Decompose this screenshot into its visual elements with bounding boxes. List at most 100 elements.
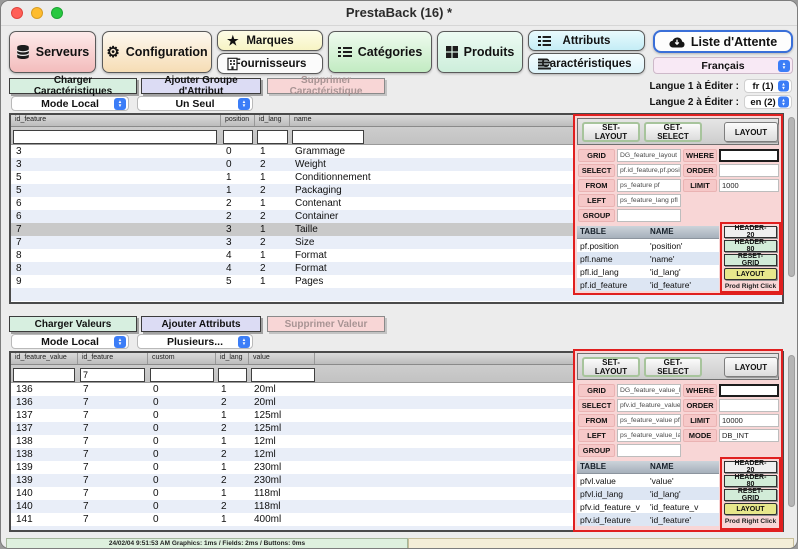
layout-side-button[interactable]: LAYOUT <box>724 268 777 280</box>
order-field-value[interactable] <box>719 164 779 177</box>
header-20-button[interactable]: HEADER-20 <box>724 226 777 238</box>
nav-configuration-button[interactable]: ⚙ Configuration <box>102 31 212 73</box>
scrollbar-thumb[interactable] <box>788 117 795 277</box>
ajouter-groupe-attribut-button[interactable]: Ajouter Groupe d'Attribut <box>141 78 261 94</box>
filter-input[interactable] <box>13 368 75 382</box>
column-header[interactable]: id_lang <box>255 115 290 126</box>
nav-caracteristiques-button[interactable]: Caractéristiques <box>528 53 645 74</box>
filter-input[interactable] <box>150 368 214 382</box>
prod-right-click-note: Prod Right Click <box>724 518 777 525</box>
map-col-name: NAME <box>647 226 719 238</box>
filter-input[interactable] <box>13 130 217 144</box>
get-select-button[interactable]: GET-SELECT <box>644 357 702 377</box>
grid-field-label: GRID <box>578 149 615 162</box>
stepper-icon: ▲▼ <box>114 336 126 348</box>
feature-mode-value: Mode Local <box>41 98 99 110</box>
nav-produits-button[interactable]: Produits <box>437 31 523 73</box>
ajouter-attributs-button[interactable]: Ajouter Attributs <box>141 316 261 332</box>
supprimer-valeur-button[interactable]: Supprimer Valeur <box>267 316 385 332</box>
feature-side-buttons: HEADER-20 HEADER-80 RESET-GRID LAYOUT Pr… <box>720 222 781 293</box>
stepper-icon: ▲▼ <box>778 60 790 72</box>
nav-serveurs-button[interactable]: Serveurs <box>9 31 96 73</box>
nav-fournisseurs-button[interactable]: Fournisseurs <box>217 53 323 74</box>
layout-side-button[interactable]: LAYOUT <box>724 503 777 515</box>
layout-button[interactable]: LAYOUT <box>724 122 778 142</box>
select-field-value[interactable]: pf.id_feature,pf.positio <box>617 164 681 177</box>
from-field-value[interactable]: ps_feature_value pfv <box>617 414 681 427</box>
column-header[interactable]: id_feature <box>11 115 221 126</box>
header-80-button[interactable]: HEADER-80 <box>724 475 777 487</box>
column-header[interactable]: position <box>221 115 255 126</box>
nav-marques-button[interactable]: ★ Marques <box>217 30 323 51</box>
filter-input[interactable] <box>292 130 364 144</box>
left-field-value[interactable]: ps_feature_value_lang <box>617 429 681 442</box>
value-count-value: Plusieurs... <box>167 336 223 348</box>
value-count-select[interactable]: Plusieurs... ▲▼ <box>137 334 253 349</box>
group-field-value[interactable] <box>617 444 681 457</box>
layout-button[interactable]: LAYOUT <box>724 357 778 377</box>
filter-input[interactable] <box>223 130 253 144</box>
header-20-button[interactable]: HEADER-20 <box>724 461 777 473</box>
interface-language-select[interactable]: Français ▲▼ <box>653 57 793 74</box>
stepper-icon: ▲▼ <box>238 336 250 348</box>
feature-table-scrollbar[interactable] <box>787 114 796 303</box>
value-side-buttons: HEADER-20 HEADER-80 RESET-GRID LAYOUT Pr… <box>720 457 781 530</box>
column-header[interactable]: id_feature <box>78 353 148 364</box>
filter-input[interactable] <box>257 130 288 144</box>
limit-field-value[interactable]: 10000 <box>719 414 779 427</box>
supprimer-caracteristique-button[interactable]: Supprimer Caractéristique <box>267 78 385 94</box>
reset-grid-button[interactable]: RESET-GRID <box>724 254 777 266</box>
filter-input[interactable] <box>218 368 247 382</box>
mode-field-value[interactable]: DB_INT <box>719 429 779 442</box>
limit-field-value[interactable]: 1000 <box>719 179 779 192</box>
header-80-button[interactable]: HEADER-80 <box>724 240 777 252</box>
stepper-icon: ▲▼ <box>778 97 789 108</box>
nav-liste-attente-button[interactable]: Liste d'Attente <box>653 30 793 53</box>
scrollbar-thumb[interactable] <box>788 355 795 507</box>
set-layout-button[interactable]: SET-LAYOUT <box>582 122 640 142</box>
from-field-value[interactable]: ps_feature pf <box>617 179 681 192</box>
column-header[interactable]: id_feature_value <box>11 353 78 364</box>
lang1-select[interactable]: fr (1) ▲▼ <box>744 79 792 93</box>
map-row[interactable]: pfl.name 'name' <box>577 252 719 265</box>
select-field-value[interactable]: pfv.id_feature_value,p <box>617 399 681 412</box>
filter-input[interactable] <box>251 368 315 382</box>
map-row[interactable]: pfvl.value 'value' <box>577 474 719 487</box>
lang2-select[interactable]: en (2) ▲▼ <box>744 95 792 109</box>
nav-marques-label: Marques <box>246 35 293 47</box>
group-field-value[interactable] <box>617 209 681 222</box>
grid-field-value[interactable]: DG_feature_value_layo <box>617 384 681 397</box>
where-field-label: WHERE <box>683 149 717 162</box>
get-select-button[interactable]: GET-SELECT <box>644 122 702 142</box>
where-field-value[interactable] <box>719 149 779 162</box>
charger-valeurs-button[interactable]: Charger Valeurs <box>9 316 137 332</box>
feature-count-select[interactable]: Un Seul ▲▼ <box>137 96 253 111</box>
filter-input[interactable] <box>80 368 145 382</box>
map-row[interactable]: pfv.id_feature_v 'id_feature_v <box>577 500 719 513</box>
left-field-value[interactable]: ps_feature_lang pfl ON <box>617 194 681 207</box>
map-col-table: TABLE <box>577 226 647 238</box>
value-mode-select[interactable]: Mode Local ▲▼ <box>11 334 129 349</box>
nav-attributs-button[interactable]: Attributs <box>528 30 645 51</box>
charger-caracteristiques-button[interactable]: Charger Caractéristiques <box>9 78 137 94</box>
column-header[interactable]: custom <box>148 353 216 364</box>
map-row[interactable]: pf.id_feature 'id_feature' <box>577 278 719 291</box>
where-field-value[interactable] <box>719 384 779 397</box>
map-row[interactable]: pfvl.id_lang 'id_lang' <box>577 487 719 500</box>
value-table-scrollbar[interactable] <box>787 352 796 531</box>
map-row[interactable]: pfl.id_lang 'id_lang' <box>577 265 719 278</box>
bullet-list-icon <box>338 46 352 58</box>
column-header[interactable]: value <box>249 353 315 364</box>
column-header[interactable]: id_lang <box>216 353 249 364</box>
reset-grid-button[interactable]: RESET-GRID <box>724 489 777 501</box>
order-field-value[interactable] <box>719 399 779 412</box>
nav-categories-button[interactable]: Catégories <box>328 31 432 73</box>
map-row[interactable]: pfv.id_feature 'id_feature' <box>577 513 719 526</box>
grid-field-value[interactable]: DG_feature_layout <box>617 149 681 162</box>
status-bar-right <box>408 538 794 549</box>
feature-mode-select[interactable]: Mode Local ▲▼ <box>11 96 129 111</box>
map-row[interactable]: pf.position 'position' <box>577 239 719 252</box>
map-table-header: TABLE NAME <box>577 461 719 474</box>
mode-field-label: MODE <box>683 429 717 442</box>
set-layout-button[interactable]: SET-LAYOUT <box>582 357 640 377</box>
